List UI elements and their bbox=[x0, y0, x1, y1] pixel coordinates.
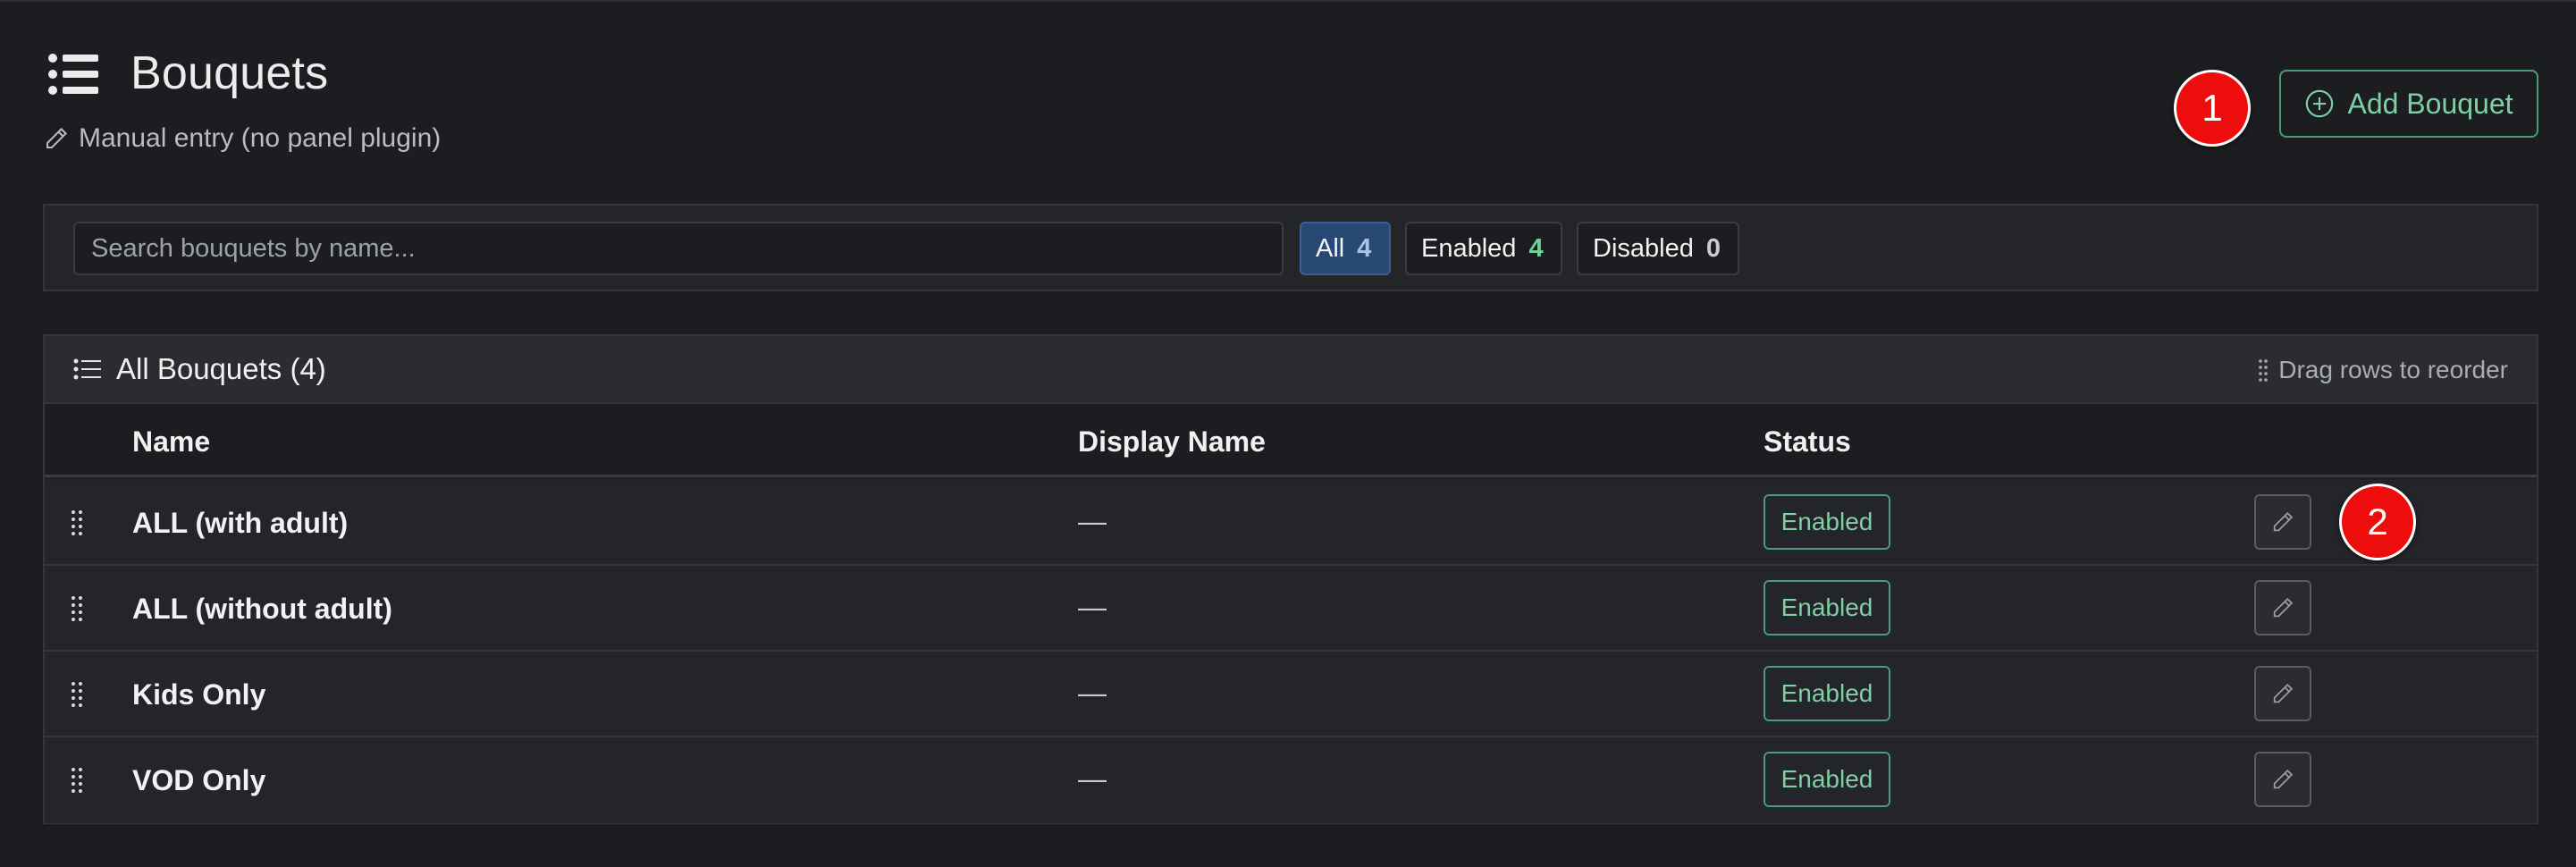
list-icon bbox=[48, 54, 98, 95]
filter-disabled-button[interactable]: Disabled 0 bbox=[1577, 222, 1739, 275]
drag-hint-text: Drag rows to reorder bbox=[2278, 356, 2508, 383]
card-title: All Bouquets (4) bbox=[73, 352, 326, 386]
list-icon bbox=[73, 358, 101, 380]
table-body: ALL (with adult) — Enabled ALL (without … bbox=[45, 480, 2537, 823]
status-badge: Enabled bbox=[1764, 494, 1890, 550]
card-header: All Bouquets (4) Drag rows to reorder bbox=[45, 336, 2537, 404]
pencil-icon bbox=[46, 127, 68, 148]
edit-button[interactable] bbox=[2254, 494, 2311, 550]
card-title-text: All Bouquets (4) bbox=[116, 352, 326, 385]
drag-hint: Drag rows to reorder bbox=[2257, 356, 2508, 384]
add-bouquet-button[interactable]: Add Bouquet bbox=[2279, 70, 2538, 138]
status-badge: Enabled bbox=[1764, 752, 1890, 807]
bouquet-name: VOD Only bbox=[132, 764, 266, 796]
table-row[interactable]: ALL (with adult) — Enabled bbox=[45, 480, 2537, 566]
annotation-marker-1: 1 bbox=[2174, 70, 2251, 147]
filter-disabled-count: 0 bbox=[1705, 233, 1721, 263]
filter-all-label: All bbox=[1316, 233, 1345, 263]
edit-button[interactable] bbox=[2254, 752, 2311, 807]
drag-handle-icon[interactable] bbox=[68, 680, 86, 709]
filter-all-button[interactable]: All 4 bbox=[1300, 222, 1391, 275]
filter-enabled-button[interactable]: Enabled 4 bbox=[1405, 222, 1562, 275]
bouquet-display-name: — bbox=[1078, 591, 1107, 623]
search-input[interactable] bbox=[73, 222, 1284, 275]
pencil-icon bbox=[2273, 511, 2294, 532]
pencil-icon bbox=[2273, 597, 2294, 618]
edit-button[interactable] bbox=[2254, 666, 2311, 721]
table-row[interactable]: Kids Only — Enabled bbox=[45, 652, 2537, 737]
table-header: Name Display Name Status bbox=[45, 404, 2537, 477]
add-bouquet-label: Add Bouquet bbox=[2347, 87, 2513, 120]
column-header-status[interactable]: Status bbox=[1764, 425, 1851, 459]
bouquet-name: ALL (with adult) bbox=[132, 507, 349, 539]
page-title: Bouquets bbox=[130, 47, 329, 99]
pencil-icon bbox=[2273, 683, 2294, 703]
drag-handle-icon[interactable] bbox=[68, 509, 86, 537]
table-row[interactable]: VOD Only — Enabled bbox=[45, 737, 2537, 823]
bouquet-name: ALL (without adult) bbox=[132, 593, 392, 625]
subtitle-text: Manual entry (no panel plugin) bbox=[79, 123, 442, 153]
filter-panel: All 4 Enabled 4 Disabled 0 bbox=[43, 204, 2538, 291]
drag-handle-icon[interactable] bbox=[68, 766, 86, 795]
filter-enabled-count: 4 bbox=[1528, 233, 1544, 263]
edit-button[interactable] bbox=[2254, 580, 2311, 636]
bouquet-display-name: — bbox=[1078, 677, 1107, 709]
bouquet-name: Kids Only bbox=[132, 678, 266, 711]
pencil-icon bbox=[2273, 769, 2294, 789]
bouquet-display-name: — bbox=[1078, 762, 1107, 795]
grip-icon bbox=[2259, 359, 2269, 382]
annotation-marker-2: 2 bbox=[2339, 484, 2416, 560]
column-header-name[interactable]: Name bbox=[132, 425, 210, 459]
top-border bbox=[0, 0, 2576, 2]
filter-all-count: 4 bbox=[1357, 233, 1372, 263]
status-badge: Enabled bbox=[1764, 666, 1890, 721]
table-row[interactable]: ALL (without adult) — Enabled bbox=[45, 566, 2537, 652]
bouquet-display-name: — bbox=[1078, 505, 1107, 537]
drag-handle-icon[interactable] bbox=[68, 594, 86, 623]
status-badge: Enabled bbox=[1764, 580, 1890, 636]
column-header-display-name[interactable]: Display Name bbox=[1078, 425, 1266, 459]
plus-circle-icon bbox=[2306, 89, 2334, 118]
source-subtitle: Manual entry (no panel plugin) bbox=[43, 123, 441, 154]
filter-disabled-label: Disabled bbox=[1593, 233, 1694, 263]
filter-enabled-label: Enabled bbox=[1421, 233, 1517, 263]
bouquets-card: All Bouquets (4) Drag rows to reorder Na… bbox=[43, 334, 2538, 824]
